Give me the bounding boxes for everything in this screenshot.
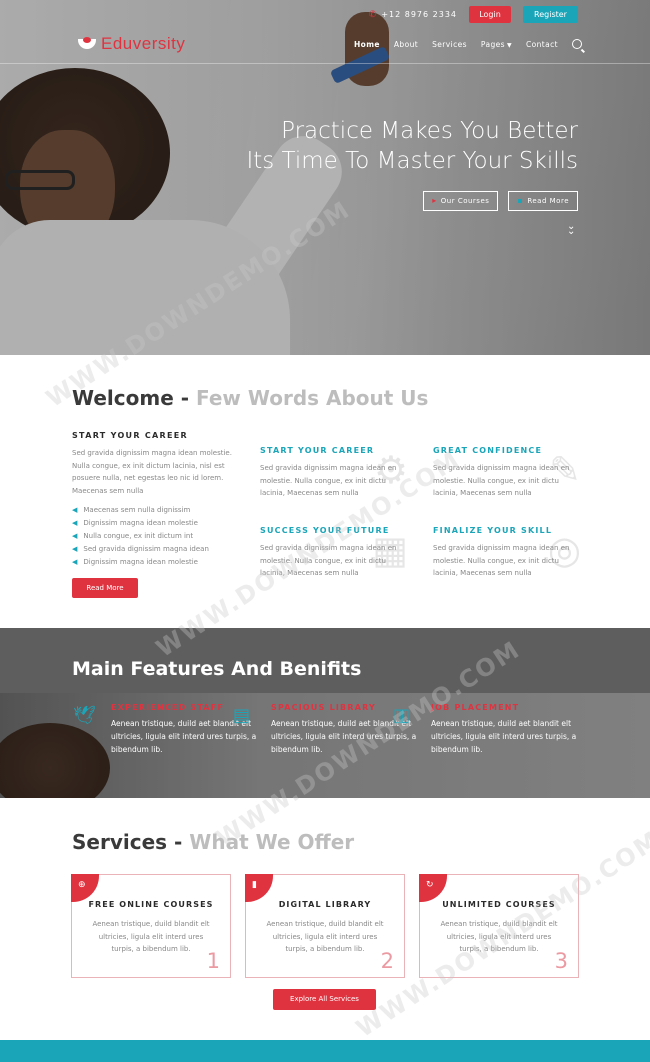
list-item: ◀ Sed gravida dignissim magna idean <box>72 542 209 555</box>
service-card-unlimited-courses[interactable]: ↻ UNLIMITED COURSES Aenean tristique, du… <box>419 874 579 978</box>
feature-success-future: ▦ SUCCESS YOUR FUTURE Sed gravida dignis… <box>260 526 410 580</box>
our-courses-label: Our Courses <box>440 197 490 205</box>
read-more-button[interactable]: Read More <box>72 578 138 598</box>
service-title: FREE ONLINE COURSES <box>88 900 214 909</box>
hero-buttons: ▸ Our Courses ▪ Read More <box>423 191 578 211</box>
bird-icon: 🕊 <box>73 705 96 726</box>
main-nav: Home About Services Pages ▼ Contact <box>354 39 582 49</box>
check-icon: ◀ <box>72 544 78 553</box>
login-button[interactable]: Login <box>469 6 511 23</box>
services-title: Services - What We Offer <box>72 830 354 854</box>
explore-services-button[interactable]: Explore All Services <box>273 989 376 1010</box>
refresh-icon: ↻ <box>426 880 434 890</box>
career-list: ◀ Maecenas sem nulla dignissim ◀ Dignissim… <box>72 504 209 568</box>
list-item: ◀ Dignissim magna idean molestie <box>72 517 209 530</box>
list-item-text: Maecenas sem nulla dignissim <box>83 506 191 515</box>
hero-title-line2: Its Time To Master Your Skills <box>246 148 578 174</box>
feature-job-placement: ▥ JOB PLACEMENT Aenean tristique, duild … <box>393 703 581 756</box>
brand-name: Eduversity <box>101 34 186 53</box>
welcome-title-sep: - <box>173 386 197 410</box>
list-item-text: Nulla congue, ex init dictum int <box>83 531 194 540</box>
check-icon: ◀ <box>72 506 78 515</box>
main-features-title: Main Features And Benifits <box>72 658 362 680</box>
hero-read-more-label: Read More <box>527 197 569 205</box>
hero-section: ✆ +12 8976 2334 Login Register Eduversit… <box>0 0 650 355</box>
phone-number: +12 8976 2334 <box>381 10 457 19</box>
hero-title: Practice Makes You Better Its Time To Ma… <box>246 116 578 176</box>
check-icon: ◀ <box>72 531 78 540</box>
service-text: Aenean tristique, duild blandit elt ultr… <box>92 920 210 953</box>
service-title: DIGITAL LIBRARY <box>278 900 372 909</box>
service-card-digital-library[interactable]: ▮ DIGITAL LIBRARY Aenean tristique, duil… <box>245 874 405 978</box>
service-text: Aenean tristique, duild blandit elt ultr… <box>440 920 558 953</box>
our-courses-button[interactable]: ▸ Our Courses <box>423 191 499 211</box>
service-text: Aenean tristique, duild blandit elt ultr… <box>266 920 384 953</box>
book-icon: ▤ <box>233 705 251 726</box>
topbar-phone: ✆ +12 8976 2334 <box>369 10 457 20</box>
service-number: 3 <box>554 949 568 973</box>
feature-start-career: ⚙ START YOUR CAREER Sed gravida dignissi… <box>260 446 410 500</box>
check-icon: ◀ <box>72 519 78 528</box>
services-title-sep: - <box>167 830 190 854</box>
chevron-down-icon: ▼ <box>507 41 513 49</box>
nav-item-home[interactable]: Home <box>354 40 380 49</box>
service-number: 2 <box>380 949 394 973</box>
hero-title-line1: Practice Makes You Better <box>281 118 578 144</box>
welcome-title: Welcome - Few Words About Us <box>72 386 428 410</box>
graduation-cap-icon <box>78 37 96 51</box>
info-icon: ▪ <box>517 196 524 205</box>
nav-item-pages[interactable]: Pages ▼ <box>481 40 512 49</box>
nav-item-about[interactable]: About <box>394 40 418 49</box>
footer-bar <box>0 1040 650 1062</box>
feature-title: GREAT CONFIDENCE <box>433 446 543 455</box>
scroll-down-icon[interactable]: ⌄ ⌄ <box>567 222 575 237</box>
building-icon: ▥ <box>393 705 411 726</box>
career-heading: START YOUR CAREER <box>72 431 188 440</box>
brand-logo[interactable]: Eduversity <box>78 34 185 54</box>
list-item: ◀ Maecenas sem nulla dignissim <box>72 504 209 517</box>
list-item: ◀ Dignissim magna idean molestie <box>72 555 209 568</box>
phone-icon: ✆ <box>368 9 378 20</box>
list-item-text: Dignissim magna idean molestie <box>83 519 198 528</box>
book-icon: ▮ <box>252 880 257 890</box>
service-title: UNLIMITED COURSES <box>442 900 556 909</box>
feature-title: SUCCESS YOUR FUTURE <box>260 526 390 535</box>
topbar: ✆ +12 8976 2334 Login Register <box>369 6 578 23</box>
main-features-section: Main Features And Benifits 🕊 EXPERIENCED… <box>0 628 650 798</box>
feature-title: START YOUR CAREER <box>260 446 375 455</box>
globe-icon: ⊕ <box>78 880 86 890</box>
feature-text: Sed gravida dignissim magna idean en mol… <box>433 544 570 577</box>
feature-finalize-skill: ◎ FINALIZE YOUR SKILL Sed gravida dignis… <box>433 526 583 580</box>
list-item-text: Sed gravida dignissim magna idean <box>83 544 209 553</box>
services-title-muted: What We Offer <box>189 830 355 854</box>
career-text: Sed gravida dignissim magna idean molest… <box>72 449 232 495</box>
nav-item-pages-label: Pages <box>480 39 505 49</box>
search-icon[interactable] <box>572 39 582 49</box>
hero-read-more-button[interactable]: ▪ Read More <box>508 191 578 211</box>
nav-item-services[interactable]: Services <box>432 40 467 49</box>
welcome-title-main: Welcome <box>72 386 174 410</box>
feature-text: Aenean tristique, duild aet blandit elt … <box>431 719 577 754</box>
arrow-icon: ▸ <box>432 196 437 205</box>
register-button[interactable]: Register <box>523 6 578 23</box>
check-icon: ◀ <box>72 557 78 566</box>
list-item: ◀ Nulla congue, ex init dictum int <box>72 530 209 543</box>
services-title-main: Services <box>72 830 168 854</box>
feature-title: FINALIZE YOUR SKILL <box>433 526 553 535</box>
feature-text: Sed gravida dignissim magna idean en mol… <box>260 544 397 577</box>
list-item-text: Dignissim magna idean molestie <box>83 557 198 566</box>
feature-text: Sed gravida dignissim magna idean en mol… <box>433 464 570 497</box>
welcome-title-muted: Few Words About Us <box>196 386 429 410</box>
nav-item-contact[interactable]: Contact <box>526 40 558 49</box>
feature-title: JOB PLACEMENT <box>431 703 520 712</box>
feature-great-confidence: ✎ GREAT CONFIDENCE Sed gravida dignissim… <box>433 446 583 500</box>
nav-divider <box>0 63 650 64</box>
feature-text: Sed gravida dignissim magna idean en mol… <box>260 464 397 497</box>
service-number: 1 <box>206 949 220 973</box>
service-card-free-online-courses[interactable]: ⊕ FREE ONLINE COURSES Aenean tristique, … <box>71 874 231 978</box>
